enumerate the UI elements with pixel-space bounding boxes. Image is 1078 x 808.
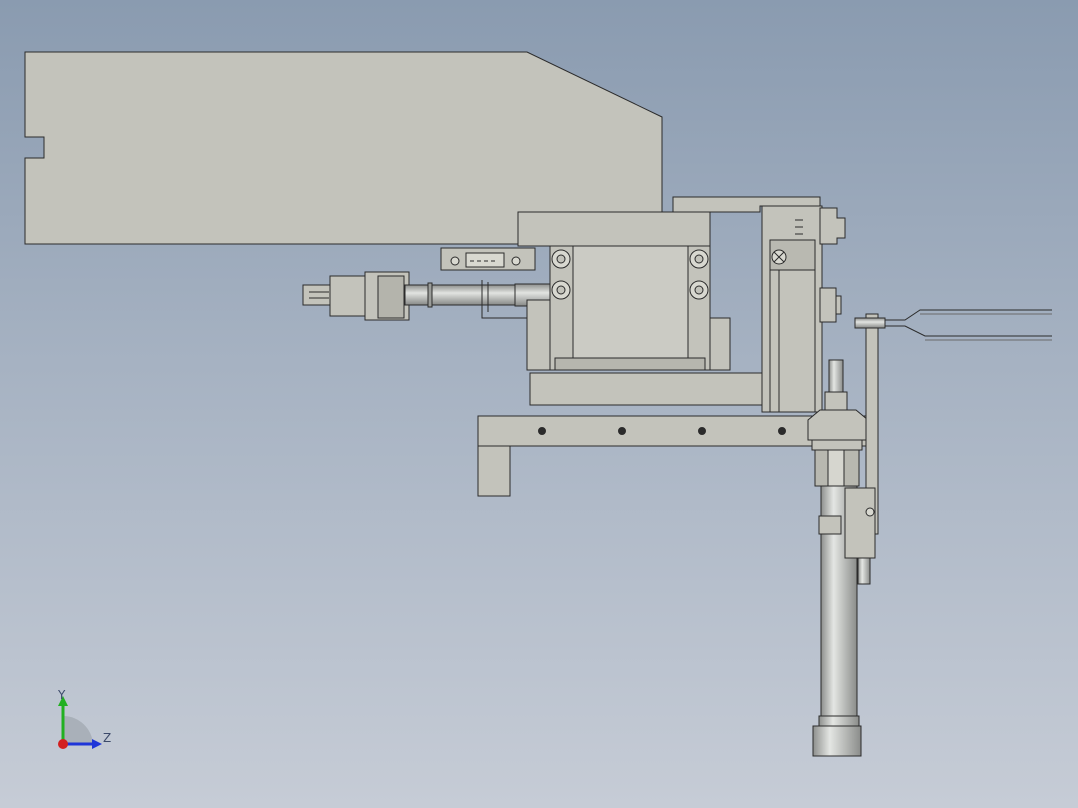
cylinder-end-cap xyxy=(812,725,862,757)
assembly-model[interactable] xyxy=(0,0,1078,808)
cylinder-nut xyxy=(807,409,869,441)
horizontal-rod xyxy=(404,284,531,306)
cad-viewport[interactable]: Y Z xyxy=(0,0,1078,808)
upper-block xyxy=(517,211,711,247)
base-slab xyxy=(529,372,769,406)
vertical-guide xyxy=(761,205,823,413)
beam-foot xyxy=(477,445,511,497)
y-axis-label: Y xyxy=(58,688,66,702)
connector-plug xyxy=(302,284,334,306)
z-axis-label: Z xyxy=(103,731,112,745)
